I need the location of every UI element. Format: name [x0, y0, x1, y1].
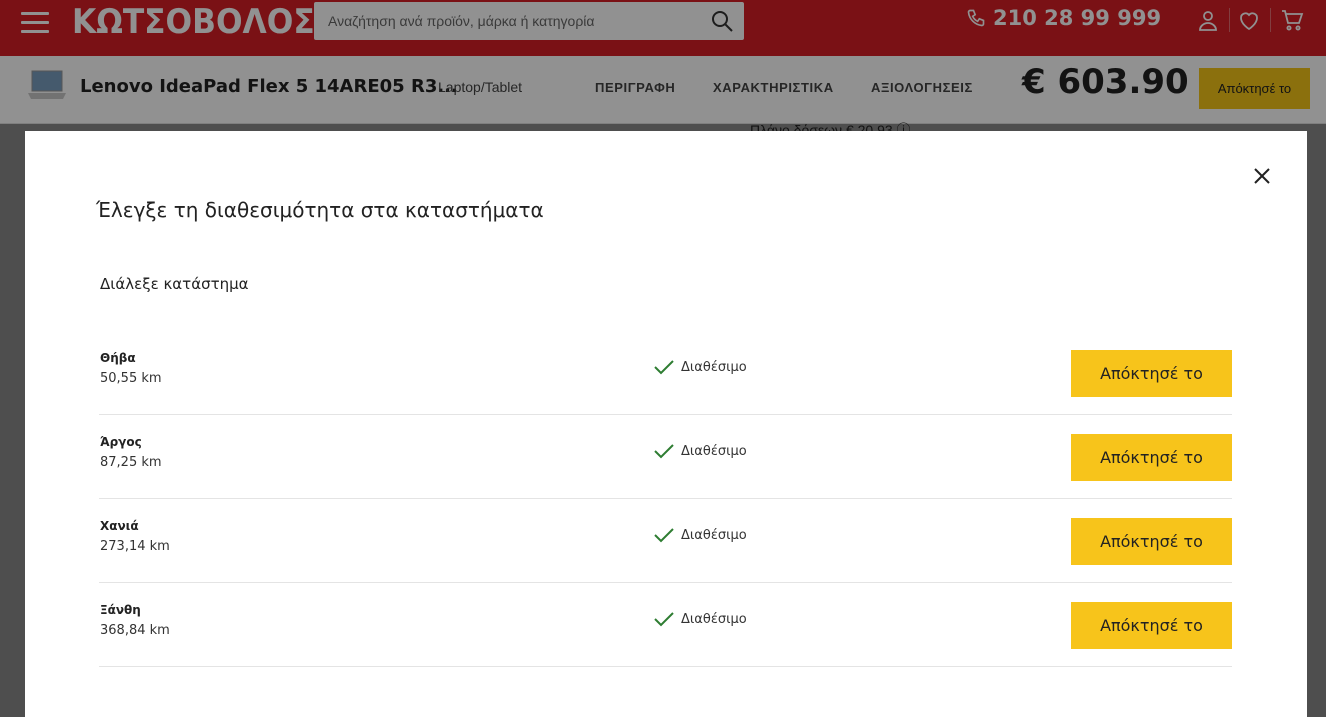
- availability-status: Διαθέσιμο: [654, 527, 747, 543]
- store-distance: 273,14 km: [100, 539, 170, 554]
- store-distance: 87,25 km: [100, 455, 162, 470]
- store-availability-modal: Έλεγξε τη διαθεσιμότητα στα καταστήματα …: [25, 131, 1307, 717]
- store-name: Ξάνθη: [100, 603, 141, 617]
- availability-label: Διαθέσιμο: [681, 443, 747, 459]
- check-icon: [654, 360, 674, 375]
- availability-label: Διαθέσιμο: [681, 527, 747, 543]
- store-row: Χανιά 273,14 km Διαθέσιμο Απόκτησέ το: [99, 499, 1232, 583]
- store-distance: 368,84 km: [100, 623, 170, 638]
- check-icon: [654, 444, 674, 459]
- store-name: Άργος: [100, 435, 142, 449]
- availability-label: Διαθέσιμο: [681, 359, 747, 375]
- store-name: Χανιά: [100, 519, 139, 533]
- store-name: Θήβα: [100, 351, 136, 365]
- store-distance: 50,55 km: [100, 371, 162, 386]
- store-row: Άργος 87,25 km Διαθέσιμο Απόκτησέ το: [99, 415, 1232, 499]
- availability-label: Διαθέσιμο: [681, 611, 747, 627]
- availability-status: Διαθέσιμο: [654, 611, 747, 627]
- availability-status: Διαθέσιμο: [654, 443, 747, 459]
- modal-subtitle: Διάλεξε κατάστημα: [100, 275, 249, 293]
- store-buy-button[interactable]: Απόκτησέ το: [1071, 602, 1232, 649]
- check-icon: [654, 612, 674, 627]
- store-buy-button[interactable]: Απόκτησέ το: [1071, 518, 1232, 565]
- availability-status: Διαθέσιμο: [654, 359, 747, 375]
- modal-title: Έλεγξε τη διαθεσιμότητα στα καταστήματα: [96, 198, 544, 222]
- store-row: Θήβα 50,55 km Διαθέσιμο Απόκτησέ το: [99, 331, 1232, 415]
- store-buy-button[interactable]: Απόκτησέ το: [1071, 434, 1232, 481]
- store-buy-button[interactable]: Απόκτησέ το: [1071, 350, 1232, 397]
- close-icon[interactable]: [1251, 165, 1273, 187]
- store-row: Ξάνθη 368,84 km Διαθέσιμο Απόκτησέ το: [99, 583, 1232, 667]
- check-icon: [654, 528, 674, 543]
